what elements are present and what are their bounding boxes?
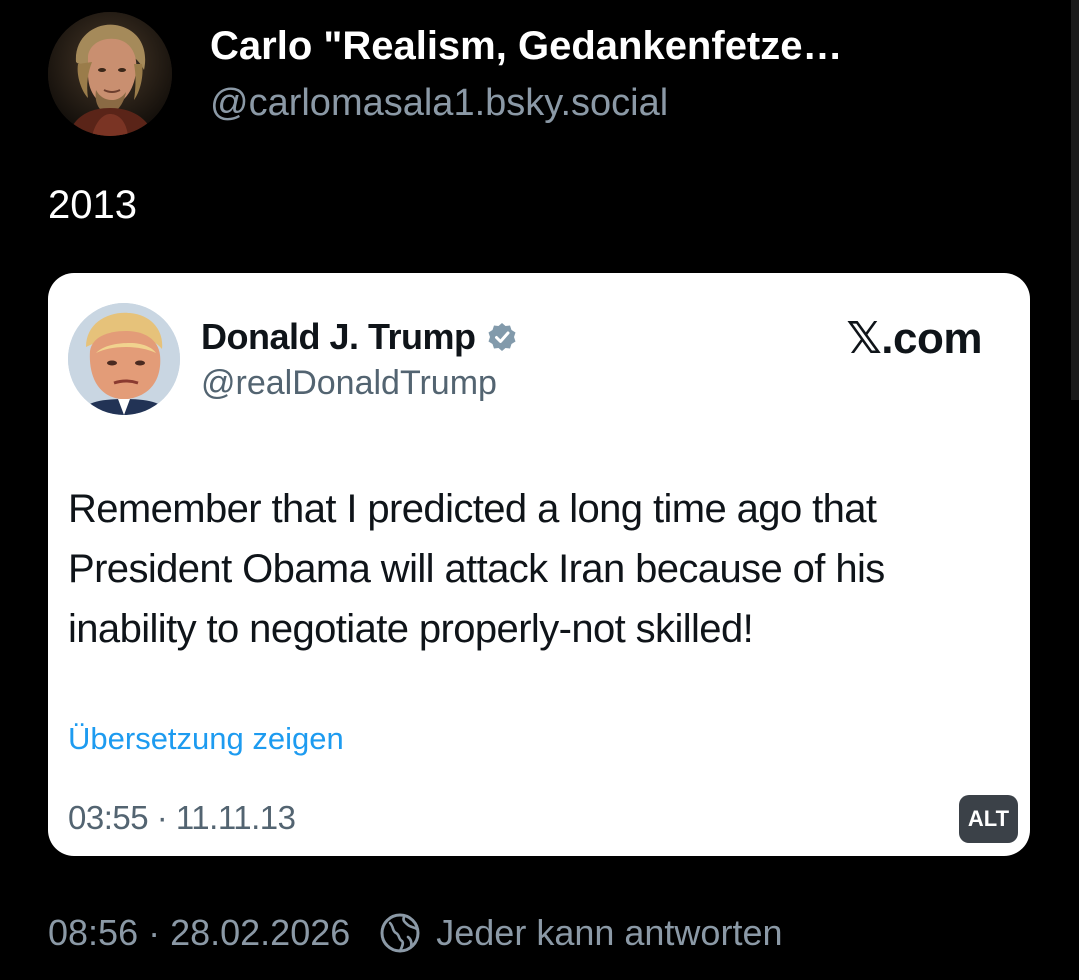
embed-author-avatar-image xyxy=(68,303,180,415)
author-avatar-image xyxy=(48,12,172,136)
post-header: Carlo "Realism, Gedankenfetze… @carlomas… xyxy=(48,12,843,136)
embed-tweet-line: President Obama will attack Iran because… xyxy=(68,547,885,591)
reply-settings-label: Jeder kann antworten xyxy=(436,912,783,953)
embed-author-handle: @realDonaldTrump xyxy=(201,364,497,402)
reply-settings-button[interactable]: Jeder kann antworten xyxy=(378,911,782,955)
author-info: Carlo "Realism, Gedankenfetze… @carlomas… xyxy=(210,23,843,125)
embed-tweet-text: Remember that I predicted a long time ag… xyxy=(68,479,1008,659)
post-timestamp: 08:56 · 28.02.2026 xyxy=(48,912,351,953)
alt-text-button[interactable]: ALT xyxy=(959,795,1018,843)
author-display-name[interactable]: Carlo "Realism, Gedankenfetze… xyxy=(210,23,843,69)
embed-tweet-line: Remember that I predicted a long time ag… xyxy=(68,487,877,531)
author-avatar[interactable] xyxy=(48,12,172,136)
embed-author-name: Donald J. Trump xyxy=(201,316,476,357)
post-text: 2013 xyxy=(48,183,137,227)
embed-author-name-row: Donald J. Trump xyxy=(201,316,518,358)
x-logo: 𝕏.com xyxy=(846,314,982,363)
embedded-image-card[interactable]: Donald J. Trump @realDonaldTrump 𝕏.com R… xyxy=(48,273,1030,856)
author-handle[interactable]: @carlomasala1.bsky.social xyxy=(210,81,843,125)
embed-timestamp: 03:55 · 11.11.13 xyxy=(68,799,296,836)
scrollbar[interactable] xyxy=(1071,0,1079,400)
show-translation-link: Übersetzung zeigen xyxy=(68,721,344,756)
verified-badge-icon xyxy=(486,321,518,353)
globe-icon xyxy=(378,911,422,955)
embed-author-avatar xyxy=(68,303,180,415)
post-footer: 08:56 · 28.02.2026 Jeder kann antworten xyxy=(48,908,782,958)
embed-tweet-line: inability to negotiate properly-not skil… xyxy=(68,607,754,651)
